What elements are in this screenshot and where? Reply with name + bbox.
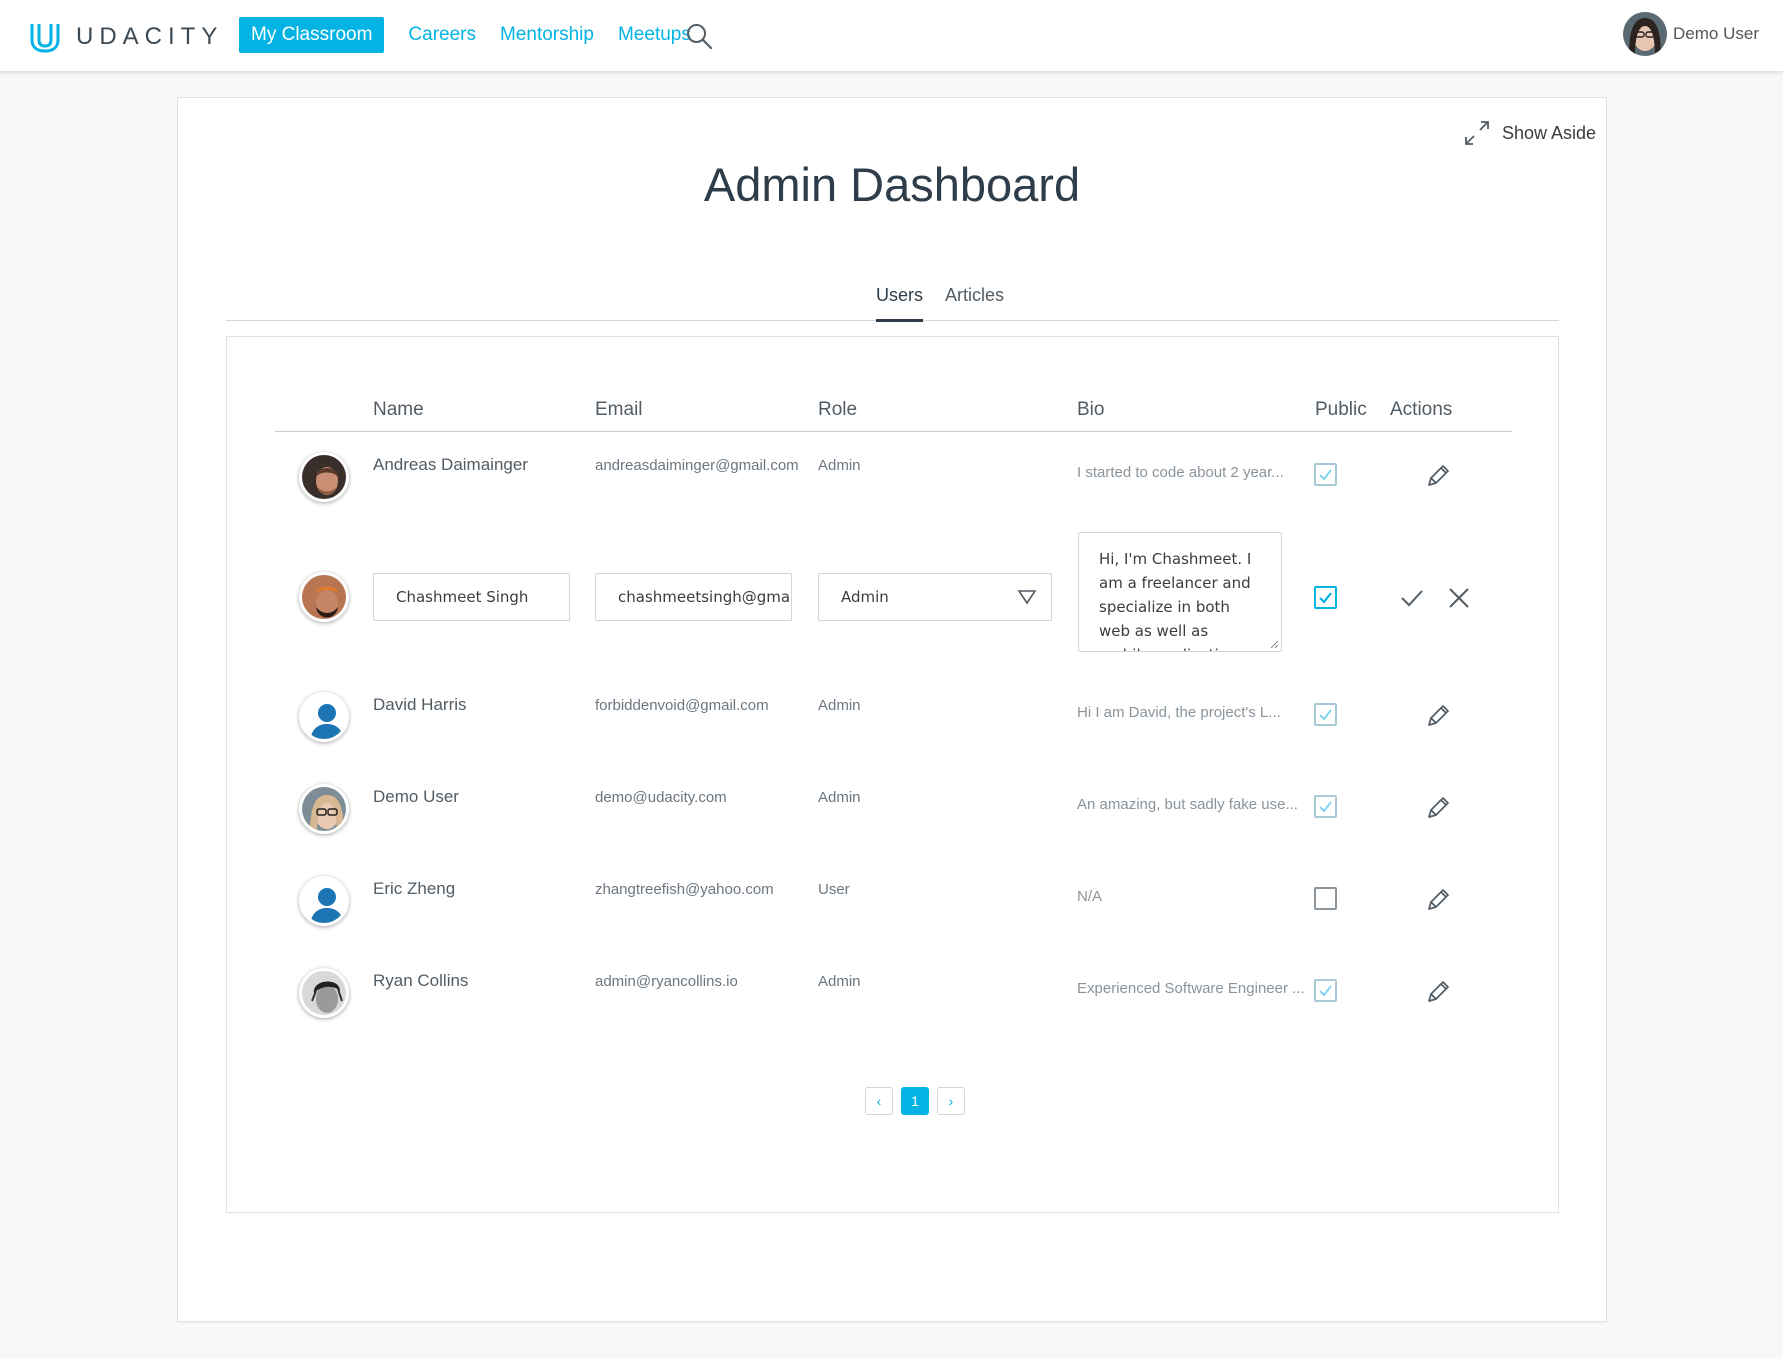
user-bio-cell: Hi I am David, the project's L... — [1077, 704, 1281, 721]
dashboard-tabs: Users Articles — [226, 284, 1559, 322]
checkmark-icon — [1319, 592, 1332, 604]
role-select[interactable]: Admin — [818, 573, 1052, 621]
nav-mentorship[interactable]: Mentorship — [500, 17, 594, 53]
user-name-cell: Andreas Daimainger — [373, 455, 528, 474]
header-actions: Actions — [1390, 399, 1453, 420]
confirm-check-icon[interactable] — [1399, 586, 1425, 610]
pencil-icon[interactable] — [1425, 703, 1451, 729]
public-checkbox[interactable] — [1314, 887, 1337, 910]
tab-articles[interactable]: Articles — [945, 284, 1004, 320]
pagination-next-button[interactable]: › — [937, 1087, 965, 1115]
user-role-cell: Admin — [818, 973, 861, 990]
user-email-cell: admin@ryancollins.io — [595, 973, 738, 990]
public-checkbox[interactable] — [1314, 586, 1337, 609]
checkmark-icon — [1319, 469, 1332, 481]
user-bio-cell: I started to code about 2 year... — [1077, 464, 1284, 481]
public-checkbox[interactable] — [1314, 463, 1337, 486]
show-aside-button[interactable]: Show Aside — [1464, 120, 1596, 146]
avatar — [299, 572, 349, 622]
user-avatar[interactable] — [1623, 12, 1668, 56]
user-bio-cell: N/A — [1077, 888, 1103, 905]
user-role-cell: Admin — [818, 789, 861, 806]
page-title: Admin Dashboard — [703, 158, 1081, 211]
public-checkbox[interactable] — [1314, 795, 1337, 818]
pagination-prev-button[interactable]: ‹ — [865, 1087, 893, 1115]
expand-icon — [1465, 121, 1489, 145]
user-name-cell: David Harris — [373, 695, 467, 714]
pencil-icon[interactable] — [1425, 795, 1451, 821]
avatar — [299, 692, 349, 742]
user-menu[interactable]: Demo User — [1623, 12, 1759, 56]
role-select-value: Admin — [841, 588, 889, 606]
header-bio[interactable]: Bio — [1077, 399, 1104, 421]
header-public[interactable]: Public — [1315, 399, 1367, 421]
user-email-cell: demo@udacity.com — [595, 789, 727, 806]
pagination-page-1[interactable]: 1 — [901, 1087, 929, 1115]
show-aside-label: Show Aside — [1501, 122, 1596, 143]
bio-textarea[interactable]: Hi, I'm Chashmeet. I am a freelancer and… — [1078, 532, 1282, 652]
top-navbar: UDACITY My Classroom Careers Mentorship … — [0, 0, 1783, 72]
nav-my-classroom[interactable]: My Classroom — [239, 17, 385, 53]
user-role-cell: Admin — [818, 697, 861, 714]
user-bio-cell: An amazing, but sadly fake use... — [1077, 796, 1298, 813]
checkmark-icon — [1319, 709, 1332, 721]
avatar — [299, 876, 349, 926]
user-name-cell: Demo User — [373, 787, 459, 806]
brand-name: UDACITY — [76, 23, 224, 50]
email-input[interactable]: chashmeetsingh@gmail.com — [595, 573, 792, 621]
user-email-cell: forbiddenvoid@gmail.com — [595, 697, 769, 714]
pagination: ‹ 1 › — [865, 1087, 973, 1115]
user-name-cell: Ryan Collins — [373, 971, 469, 990]
user-name: Demo User — [1673, 24, 1759, 43]
header-email[interactable]: Email — [595, 399, 643, 421]
public-checkbox[interactable] — [1314, 979, 1337, 1002]
header-name[interactable]: Name — [373, 399, 424, 421]
header-divider — [275, 431, 1512, 432]
udacity-logo[interactable]: UDACITY — [28, 20, 223, 54]
admin-dashboard-card: Show Aside Admin Dashboard Users Article… — [177, 97, 1607, 1322]
checkmark-icon — [1319, 801, 1332, 813]
pencil-icon[interactable] — [1425, 979, 1451, 1005]
user-role-cell: Admin — [818, 457, 861, 474]
user-email-cell: zhangtreefish@yahoo.com — [595, 881, 774, 898]
udacity-logo-icon — [30, 24, 60, 53]
avatar — [299, 452, 349, 502]
public-checkbox[interactable] — [1314, 703, 1337, 726]
main-nav: My Classroom Careers Mentorship Meetups — [239, 17, 715, 53]
user-name-cell: Eric Zheng — [373, 879, 456, 898]
avatar — [299, 968, 349, 1018]
bio-textarea-value: Hi, I'm Chashmeet. I am a freelancer and… — [1099, 550, 1252, 651]
users-table: Name Email Role Bio Public Actions Andre… — [226, 336, 1559, 1213]
pencil-icon[interactable] — [1425, 463, 1451, 489]
user-role-cell: User — [818, 881, 850, 898]
tab-users[interactable]: Users — [876, 284, 924, 322]
user-bio-cell: Experienced Software Engineer ... — [1077, 980, 1305, 997]
search-icon[interactable] — [685, 22, 713, 50]
header-role[interactable]: Role — [818, 399, 857, 421]
name-input[interactable]: Chashmeet Singh — [373, 573, 570, 621]
chevron-down-icon — [1017, 590, 1037, 605]
cancel-close-icon[interactable] — [1447, 586, 1471, 610]
nav-meetups[interactable]: Meetups — [618, 17, 691, 53]
user-email-cell: andreasdaiminger@gmail.com — [595, 457, 799, 474]
resize-grip-icon[interactable] — [1270, 640, 1279, 649]
nav-careers[interactable]: Careers — [408, 17, 476, 53]
checkmark-icon — [1319, 985, 1332, 997]
avatar — [299, 784, 349, 834]
pencil-icon[interactable] — [1425, 887, 1451, 913]
